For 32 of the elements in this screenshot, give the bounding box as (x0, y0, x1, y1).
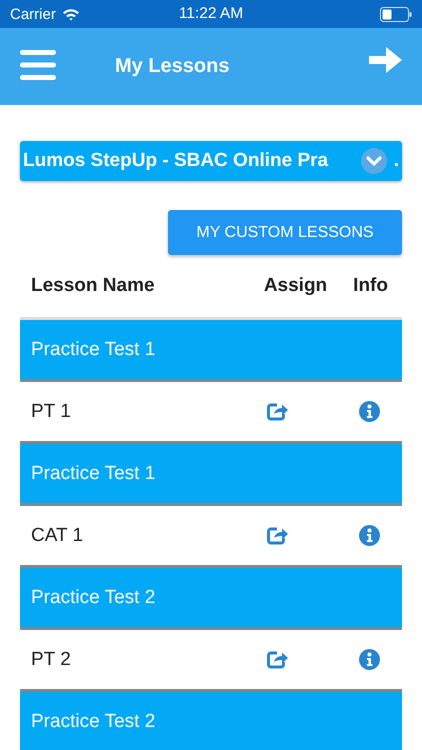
lesson-name: CAT 1 (31, 524, 84, 546)
battery-icon (380, 6, 412, 22)
group-name: Practice Test 2 (31, 586, 156, 608)
share-icon[interactable] (267, 402, 288, 421)
column-header: Lesson Name (31, 275, 155, 297)
group-name: Practice Test 1 (31, 462, 156, 484)
share-icon[interactable] (267, 526, 288, 545)
lesson-group-row[interactable]: Practice Test 1 (20, 320, 402, 382)
screen-title: My Lessons (115, 55, 230, 78)
course-dropdown[interactable]: Lumos StepUp - SBAC Online Pra . (20, 141, 402, 181)
lesson-name: PT 1 (31, 400, 71, 422)
menu-icon[interactable] (20, 50, 56, 80)
group-name: Practice Test 2 (31, 710, 156, 732)
share-icon[interactable] (267, 650, 288, 669)
column-header: Assign (264, 275, 328, 297)
dropdown-value: Lumos StepUp - SBAC Online Pra (23, 150, 328, 172)
info-icon[interactable] (359, 649, 380, 670)
info-icon[interactable] (359, 401, 380, 422)
chevron-down-icon[interactable] (361, 148, 387, 174)
carrier-label: Carrier (10, 6, 56, 22)
info-icon[interactable] (359, 525, 380, 546)
group-name: Practice Test 1 (31, 338, 156, 360)
dropdown-trailing: . (394, 150, 399, 172)
lesson-group-row[interactable]: Practice Test 1 (20, 444, 402, 506)
column-header: Info (353, 275, 388, 297)
lesson-group-row[interactable]: Practice Test 2 (20, 692, 402, 750)
lesson-group-row[interactable]: Practice Test 2 (20, 568, 402, 630)
custom-lessons-button[interactable]: MY CUSTOM LESSONS (168, 210, 402, 255)
arrow-right-icon[interactable] (369, 46, 402, 72)
status-time: 11:22 AM (178, 5, 244, 23)
lesson-name: PT 2 (31, 648, 71, 670)
wifi-icon (62, 8, 80, 20)
